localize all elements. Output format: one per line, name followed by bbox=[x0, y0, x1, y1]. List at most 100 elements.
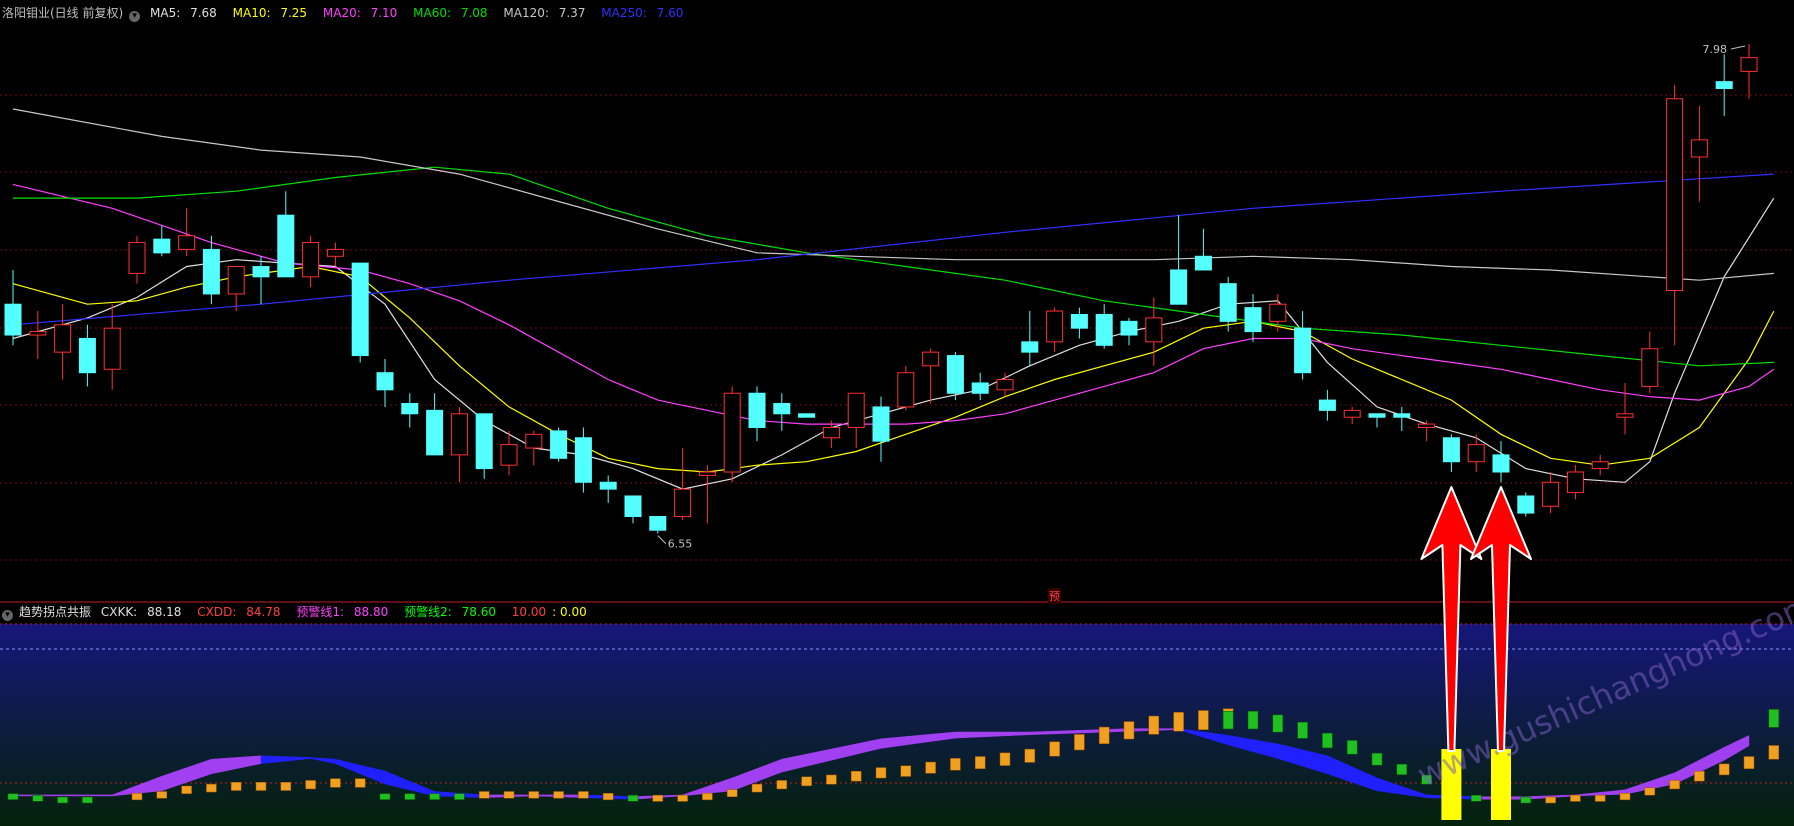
indicator-marker: 预 bbox=[1048, 588, 1061, 604]
band-segment bbox=[1364, 771, 1372, 790]
candle-body bbox=[897, 372, 915, 408]
candle bbox=[277, 191, 295, 278]
band-segment bbox=[1426, 794, 1434, 799]
v10-item: 10.00 bbox=[511, 605, 547, 619]
candle bbox=[773, 393, 791, 431]
candle bbox=[1021, 311, 1039, 366]
orange-dot bbox=[1768, 745, 1780, 760]
orange-dot bbox=[1074, 734, 1085, 751]
candle-body bbox=[872, 406, 890, 442]
band-segment bbox=[719, 779, 727, 793]
candle-body bbox=[1294, 327, 1312, 374]
green-dot bbox=[1346, 740, 1358, 755]
band-segment bbox=[260, 755, 268, 764]
green-dot bbox=[379, 793, 391, 800]
band-segment bbox=[1593, 792, 1601, 796]
indicator-legend: ▾ 趋势拐点共振 CXKK: 88.18 CXDD: 84.78 预警线1: 88… bbox=[2, 603, 593, 621]
main-legend: 洛阳钼业(日线 前复权) ▾ MA5: 7.68 MA10: 7.25 MA20:… bbox=[2, 4, 695, 22]
candle-body bbox=[78, 337, 96, 374]
candle bbox=[1641, 331, 1659, 394]
moving-average-lines bbox=[12, 108, 1775, 490]
band-segment bbox=[1066, 730, 1074, 734]
ma10-item: MA10: 7.25 bbox=[232, 6, 308, 20]
candle-body bbox=[54, 324, 72, 353]
orange-dot bbox=[1123, 721, 1135, 740]
cxdd-item: CXDD: 84.78 bbox=[197, 605, 281, 619]
band-segment bbox=[229, 757, 237, 771]
candle-body bbox=[525, 433, 543, 449]
orange-dot bbox=[1594, 794, 1606, 802]
candle-body bbox=[1145, 317, 1163, 343]
band-segment bbox=[1606, 790, 1613, 796]
band-segment bbox=[744, 770, 752, 787]
green-dot bbox=[454, 793, 465, 800]
candle-body bbox=[1046, 310, 1064, 343]
candlesticks bbox=[4, 43, 1758, 534]
band-segment bbox=[49, 794, 57, 797]
band-segment bbox=[924, 733, 931, 743]
candle bbox=[1591, 454, 1609, 476]
band-segment bbox=[775, 758, 783, 775]
band-segment bbox=[905, 735, 913, 746]
dropdown-icon[interactable]: ▾ bbox=[129, 11, 141, 22]
orange-dot bbox=[230, 782, 242, 791]
ma5-item: MA5: 7.68 bbox=[150, 6, 217, 20]
candle bbox=[872, 396, 890, 462]
band-segment bbox=[1054, 730, 1062, 735]
candle-body bbox=[1492, 454, 1510, 473]
candle bbox=[153, 225, 171, 257]
candle-body bbox=[822, 426, 840, 439]
band-segment bbox=[955, 731, 962, 739]
orange-dot bbox=[578, 791, 589, 799]
ma20-item: MA20: 7.10 bbox=[322, 6, 398, 20]
orange-dot bbox=[1619, 793, 1631, 801]
candle-body bbox=[1318, 399, 1336, 411]
candle bbox=[1294, 311, 1312, 380]
band-segment bbox=[762, 763, 770, 780]
warn2-item: 预警线2: 78.60 bbox=[404, 605, 496, 619]
candle bbox=[897, 365, 915, 411]
candle bbox=[1740, 43, 1758, 99]
candle-body bbox=[153, 238, 171, 254]
ma-line-ma120 bbox=[12, 108, 1774, 281]
band-segment bbox=[595, 795, 603, 799]
candle bbox=[1095, 304, 1113, 349]
candle-body bbox=[426, 409, 444, 456]
orange-dot bbox=[726, 789, 738, 798]
band-segment bbox=[781, 757, 789, 773]
orange-dot bbox=[1743, 756, 1755, 769]
green-dot bbox=[82, 796, 93, 804]
candle-body bbox=[674, 488, 692, 518]
band-segment bbox=[1289, 746, 1297, 765]
band-segment bbox=[1320, 753, 1328, 775]
band-segment bbox=[1556, 795, 1564, 798]
candle bbox=[351, 262, 369, 363]
band-segment bbox=[824, 748, 832, 763]
candle bbox=[1368, 413, 1386, 428]
band-segment bbox=[1277, 743, 1285, 761]
green-dot bbox=[627, 795, 639, 802]
orange-dot bbox=[553, 791, 564, 799]
band-segment bbox=[812, 751, 820, 765]
band-segment bbox=[1141, 728, 1148, 732]
orange-dot bbox=[950, 758, 961, 771]
band-segment bbox=[198, 760, 206, 779]
band-segment bbox=[1116, 728, 1124, 733]
candle-body bbox=[128, 242, 146, 274]
band-segment bbox=[793, 755, 801, 770]
candle-body bbox=[847, 392, 865, 428]
band-segment bbox=[1221, 734, 1229, 746]
band-segment bbox=[1314, 752, 1322, 773]
band-segment bbox=[446, 792, 454, 797]
dropdown-icon[interactable]: ▾ bbox=[2, 610, 13, 621]
green-dot bbox=[1322, 732, 1333, 749]
candle-body bbox=[723, 392, 741, 473]
green-dot bbox=[1396, 763, 1408, 775]
candle-body bbox=[326, 248, 344, 257]
band-segment bbox=[787, 756, 795, 771]
band-segment bbox=[1302, 749, 1310, 769]
candle bbox=[599, 475, 617, 503]
orange-dot bbox=[826, 774, 837, 785]
candle bbox=[525, 430, 543, 466]
candle-body bbox=[1566, 471, 1584, 494]
